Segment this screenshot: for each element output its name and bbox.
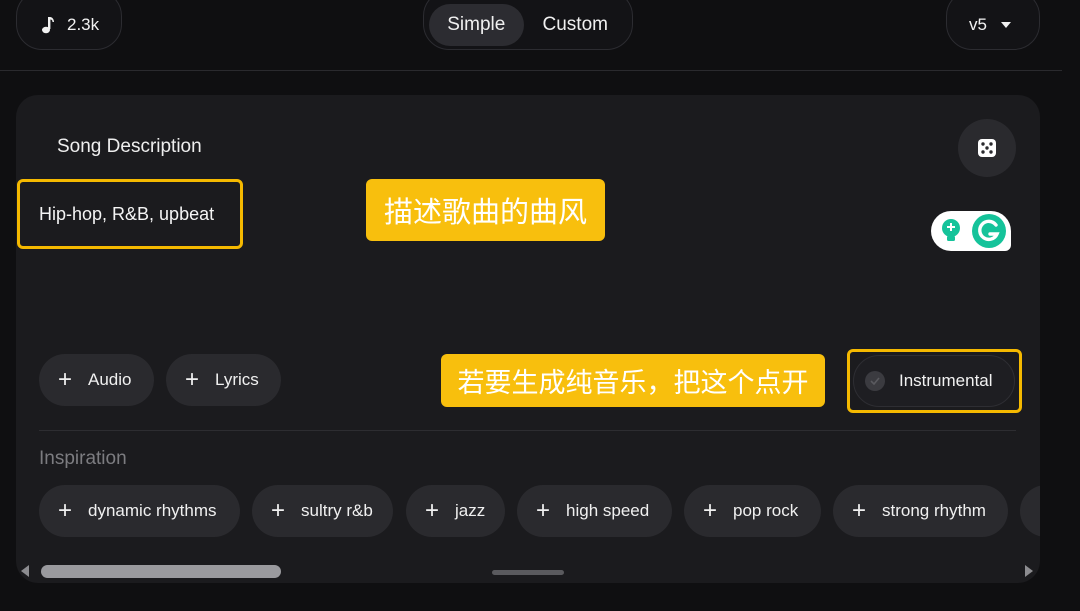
scroll-right-icon[interactable] — [1025, 565, 1033, 577]
scroll-left-icon[interactable] — [21, 565, 29, 577]
music-note-icon — [42, 17, 54, 34]
plus-icon: + — [271, 497, 286, 524]
plus-icon: + — [536, 497, 551, 524]
inspiration-tag[interactable]: + high speed — [517, 485, 672, 537]
add-lyrics-button[interactable]: + Lyrics — [166, 354, 281, 406]
tag-label: sultry r&b — [301, 501, 373, 520]
inspiration-tag-partial[interactable] — [1020, 485, 1040, 537]
tag-label: pop rock — [733, 501, 799, 520]
inspiration-label: Inspiration — [39, 448, 127, 469]
random-description-button[interactable] — [958, 119, 1016, 177]
inspiration-tags: + dynamic rhythms + sultry r&b + jazz + … — [39, 485, 1040, 539]
drag-handle[interactable] — [492, 570, 564, 575]
inspiration-tag[interactable]: + pop rock — [684, 485, 821, 537]
plus-icon: + — [425, 497, 440, 524]
plus-icon: + — [852, 497, 867, 524]
chevron-down-icon — [1000, 22, 1011, 28]
tag-label: jazz — [455, 501, 486, 520]
top-bar: 2.3k Simple Custom v5 — [0, 0, 1062, 71]
version-value: v5 — [969, 15, 987, 34]
scroll-thumb[interactable] — [41, 565, 281, 578]
description-annotation: 描述歌曲的曲风 — [366, 179, 605, 241]
description-highlight-box — [17, 179, 243, 249]
horizontal-scrollbar[interactable] — [16, 560, 1040, 583]
grammarly-icon — [972, 214, 1006, 248]
add-lyrics-label: Lyrics — [215, 370, 259, 389]
create-panel: Song Description Hip-hop, R&B, upbeat 描述… — [16, 95, 1040, 583]
add-audio-label: Audio — [88, 370, 132, 389]
divider — [39, 430, 1016, 431]
dice-icon — [978, 139, 996, 157]
tab-simple[interactable]: Simple — [429, 4, 524, 46]
mode-switch: Simple Custom — [423, 0, 633, 50]
plus-icon: + — [703, 497, 718, 524]
instrumental-highlight-box — [847, 349, 1022, 413]
inspiration-tag[interactable]: + dynamic rhythms — [39, 485, 240, 537]
grammarly-badge[interactable] — [931, 211, 1011, 251]
tag-label: strong rhythm — [882, 501, 986, 520]
song-description-label: Song Description — [57, 136, 202, 157]
version-select[interactable]: v5 — [946, 0, 1040, 50]
tab-custom[interactable]: Custom — [524, 4, 627, 46]
inspiration-tag[interactable]: + strong rhythm — [833, 485, 1008, 537]
bulb-icon — [942, 219, 960, 241]
credits-count: 2.3k — [67, 15, 100, 34]
inspiration-tag[interactable]: + jazz — [406, 485, 505, 537]
tag-label: high speed — [566, 501, 650, 520]
plus-icon: + — [58, 497, 73, 524]
credits-badge[interactable]: 2.3k — [16, 0, 122, 50]
instrumental-annotation: 若要生成纯音乐，把这个点开 — [441, 354, 825, 407]
plus-icon: + — [58, 366, 73, 393]
tag-label: dynamic rhythms — [88, 501, 217, 520]
plus-icon: + — [185, 366, 200, 393]
inspiration-tag[interactable]: + sultry r&b — [252, 485, 393, 537]
add-audio-button[interactable]: + Audio — [39, 354, 154, 406]
